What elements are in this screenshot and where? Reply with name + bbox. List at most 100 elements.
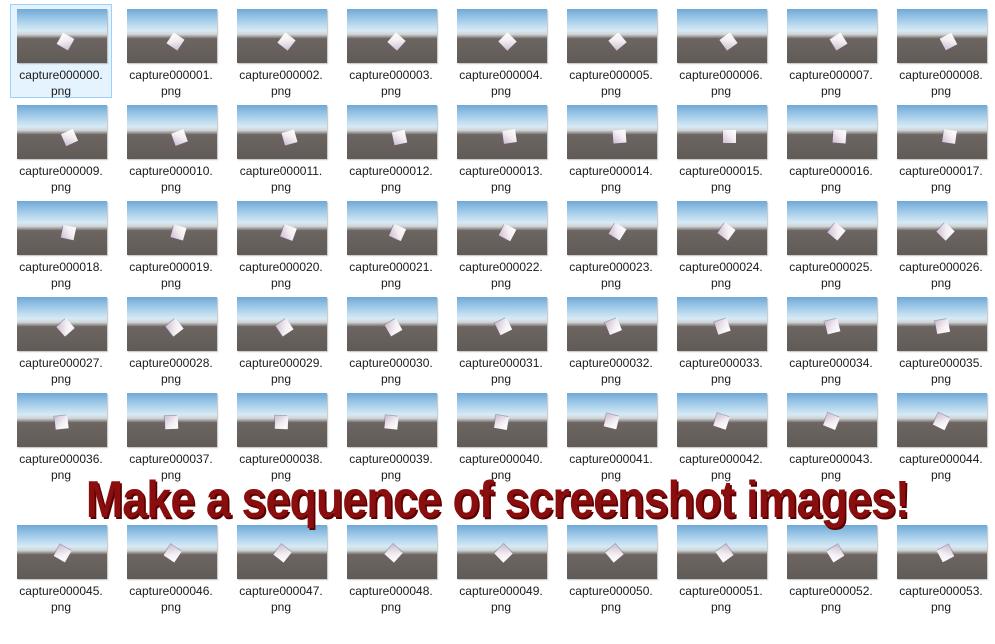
file-item[interactable]: capture000046. png [120,520,222,614]
file-item[interactable]: capture000029. png [230,292,332,386]
image-thumbnail [897,297,987,351]
file-item[interactable]: capture000027. png [10,292,112,386]
file-extension-line: png [11,179,111,195]
file-name-label: capture000051. [679,584,763,598]
file-name-label: capture000005. [569,68,653,82]
file-extension-line: png [671,275,771,291]
file-item[interactable]: capture000024. png [670,196,772,290]
image-thumbnail [237,525,327,579]
file-name-label: capture000006. [679,68,763,82]
cube-render [170,224,187,241]
file-item[interactable]: capture000013. png [450,100,552,194]
file-extension-line: png [561,83,661,99]
file-extension-label: png [270,180,292,194]
file-extension-line: png [231,599,331,615]
file-item[interactable]: capture000049. png [450,520,552,614]
image-thumbnail [127,201,217,255]
file-item[interactable]: capture000021. png [340,196,442,290]
cube-render [164,415,179,430]
file-extension-label: png [50,276,72,290]
file-extension-line: png [671,371,771,387]
cube-render [493,414,510,431]
file-name-label: capture000042. [679,452,763,466]
file-item[interactable]: capture000011. png [230,100,332,194]
file-name-label: capture000052. [789,584,873,598]
file-item[interactable]: capture000014. png [560,100,662,194]
file-extension-line: png [891,599,991,615]
image-thumbnail [457,9,547,63]
cube-render [936,222,955,241]
file-item[interactable]: capture000020. png [230,196,332,290]
file-item[interactable]: capture000030. png [340,292,442,386]
file-item[interactable]: capture000005. png [560,4,662,98]
file-item[interactable]: capture000010. png [120,100,222,194]
file-extension-line: png [451,371,551,387]
file-item[interactable]: capture000018. png [10,196,112,290]
file-extension-line: png [231,371,331,387]
file-name-label: capture000002. [239,68,323,82]
file-extension-line: png [11,83,111,99]
file-name-label: capture000003. [349,68,433,82]
file-item[interactable]: capture000050. png [560,520,662,614]
file-item[interactable]: capture000032. png [560,292,662,386]
file-extension-label: png [930,600,952,614]
file-item[interactable]: capture000033. png [670,292,772,386]
file-item[interactable]: capture000007. png [780,4,882,98]
file-item[interactable]: capture000051. png [670,520,772,614]
file-item[interactable]: capture000004. png [450,4,552,98]
promo-banner-text: Make a sequence of screenshot images! [85,471,910,529]
image-thumbnail [347,201,437,255]
file-item[interactable]: capture000025. png [780,196,882,290]
cube-render [823,413,840,430]
image-thumbnail [677,9,767,63]
file-name-label: capture000050. [569,584,653,598]
file-item[interactable]: capture000023. png [560,196,662,290]
cube-render [384,544,403,563]
cube-render [932,412,951,431]
file-extension-label: png [600,372,622,386]
file-item[interactable]: capture000003. png [340,4,442,98]
image-thumbnail [677,201,767,255]
file-extension-label: png [50,180,72,194]
image-thumbnail [897,525,987,579]
file-item[interactable]: capture000002. png [230,4,332,98]
image-thumbnail [677,105,767,159]
file-item[interactable]: capture000026. png [890,196,992,290]
file-item[interactable]: capture000009. png [10,100,112,194]
file-extension-line: png [781,179,881,195]
file-item[interactable]: capture000053. png [890,520,992,614]
file-item[interactable]: capture000017. png [890,100,992,194]
cube-render [163,544,182,563]
image-thumbnail [127,393,217,447]
image-thumbnail [897,9,987,63]
file-item[interactable]: capture000031. png [450,292,552,386]
file-item[interactable]: capture000001. png [120,4,222,98]
image-thumbnail [457,297,547,351]
file-item[interactable]: capture000028. png [120,292,222,386]
file-item[interactable]: capture000048. png [340,520,442,614]
file-item[interactable]: capture000047. png [230,520,332,614]
cube-render [274,415,289,430]
image-thumbnail [17,297,107,351]
file-item[interactable]: capture000052. png [780,520,882,614]
file-extension-line: png [11,599,111,615]
cube-render [824,318,841,335]
file-item[interactable]: capture000016. png [780,100,882,194]
file-name-label: capture000031. [459,356,543,370]
file-item[interactable]: capture000012. png [340,100,442,194]
file-item[interactable]: capture000035. png [890,292,992,386]
file-item[interactable]: capture000034. png [780,292,882,386]
file-item[interactable]: capture000019. png [120,196,222,290]
file-item[interactable]: capture000008. png [890,4,992,98]
file-item[interactable]: capture000006. png [670,4,772,98]
file-extension-label: png [710,180,732,194]
file-name-label: capture000024. [679,260,763,274]
file-extension-label: png [490,276,512,290]
image-thumbnail [787,297,877,351]
file-extension-label: png [160,276,182,290]
file-extension-line: png [781,275,881,291]
file-item[interactable]: capture000000. png [10,4,112,98]
file-item[interactable]: capture000015. png [670,100,772,194]
file-item[interactable]: capture000022. png [450,196,552,290]
file-item[interactable]: capture000045. png [10,520,112,614]
